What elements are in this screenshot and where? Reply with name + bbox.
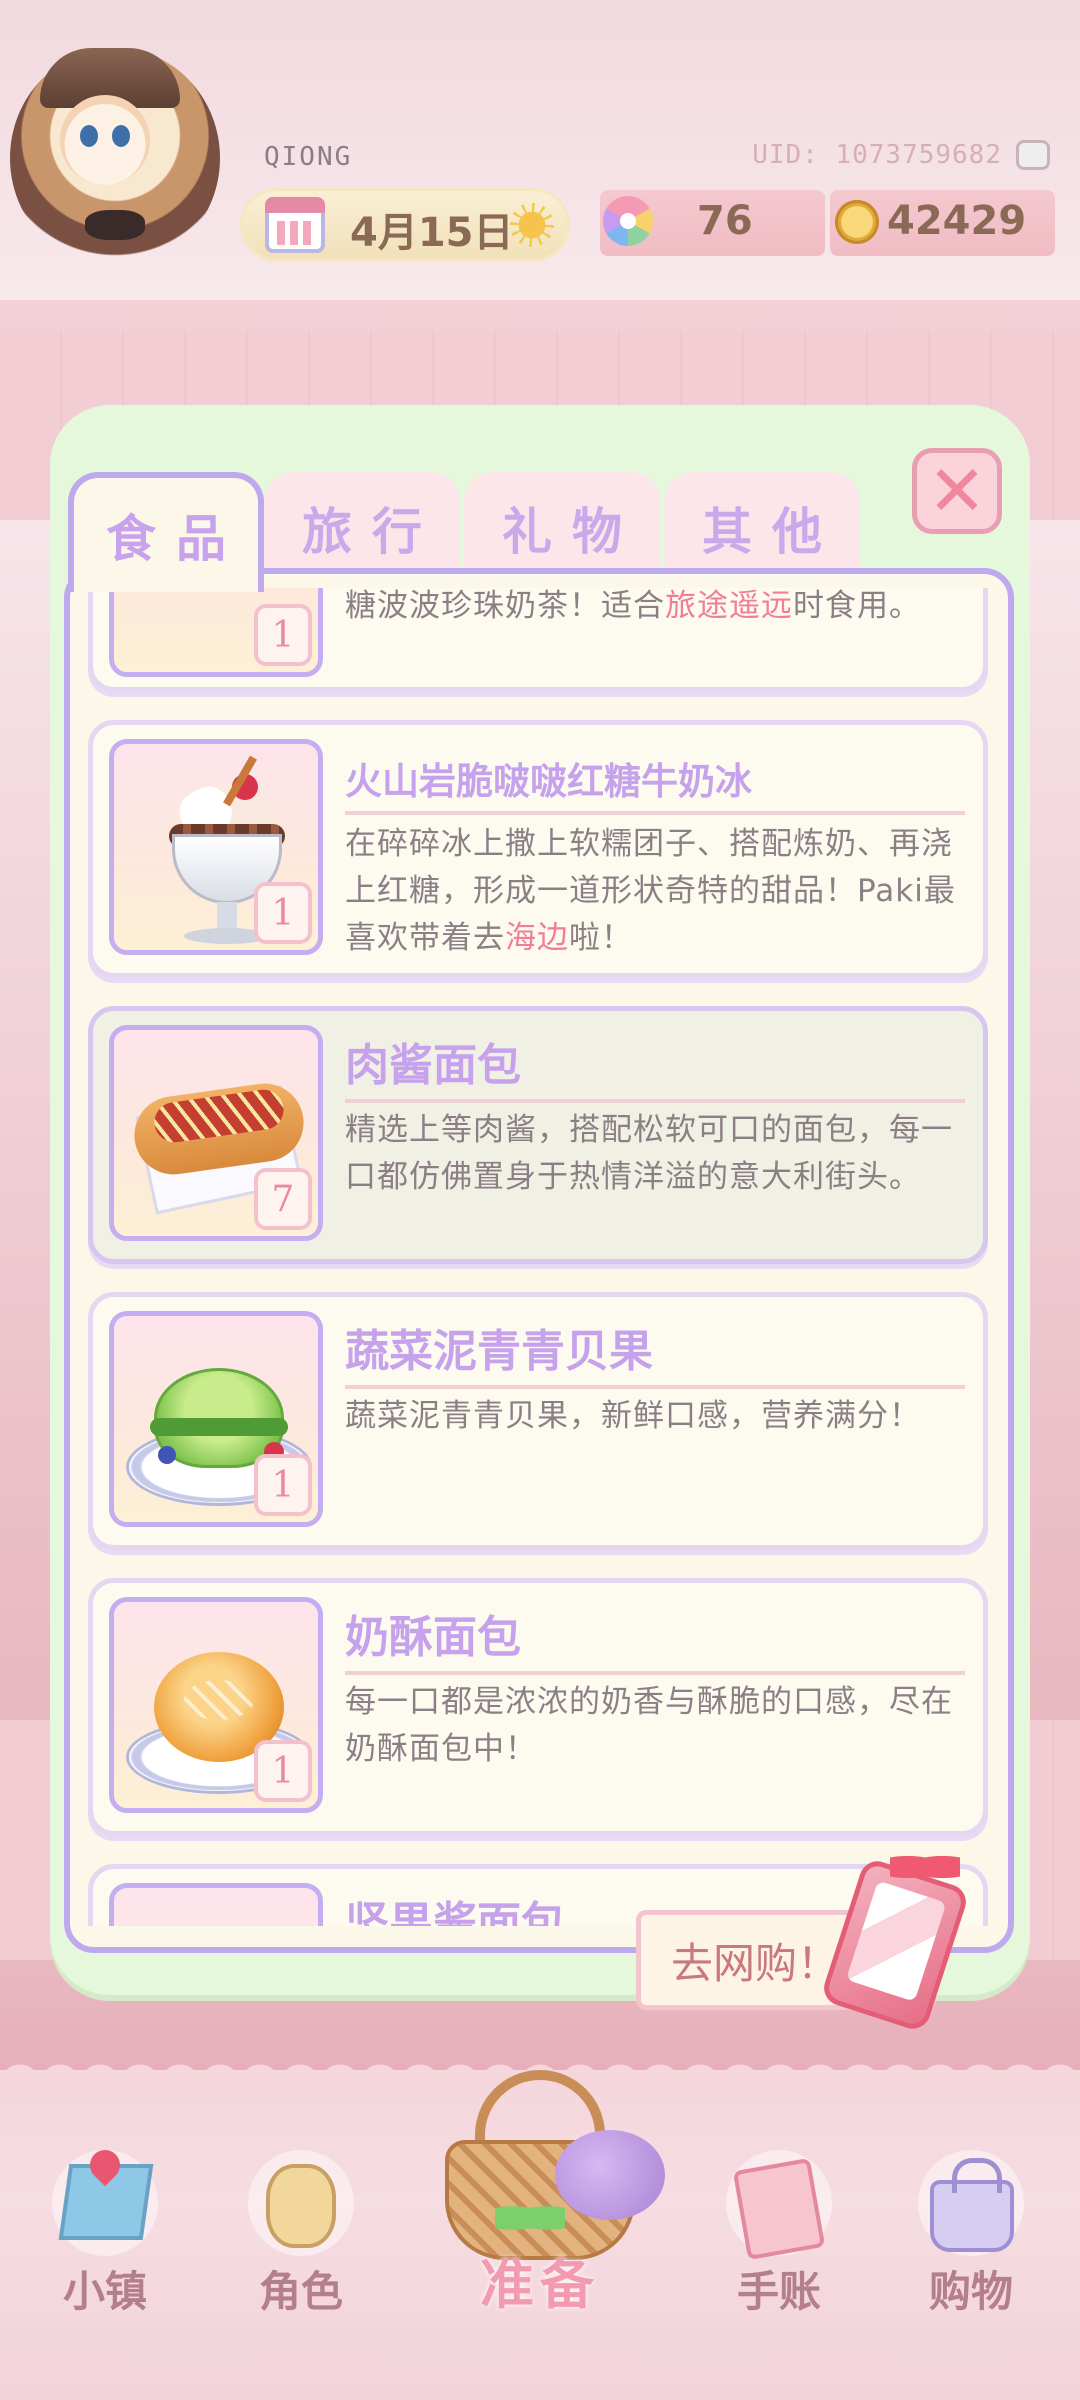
phone-bow-icon: [890, 1850, 960, 1884]
character-icon: [266, 2164, 336, 2248]
flower-currency-icon: [603, 196, 653, 246]
coin-count: 42429: [887, 198, 1027, 244]
current-date: 4月15日: [350, 210, 514, 256]
hat-icon: [555, 2130, 665, 2220]
nav-character[interactable]: 角色: [226, 2140, 376, 2320]
close-icon: ✕: [927, 450, 987, 532]
username: QIONG: [264, 142, 353, 172]
close-button[interactable]: ✕: [912, 448, 1002, 534]
copy-icon[interactable]: [1016, 140, 1050, 170]
uid-label: UID: 1073759682: [752, 140, 1002, 170]
journal-icon: [732, 2157, 826, 2261]
item-quantity: 1: [254, 604, 312, 666]
calendar-icon: [265, 197, 325, 253]
avatar-eye-right: [112, 125, 130, 147]
avatar-face: [60, 95, 150, 185]
item-title: 火山岩脆啵啵红糖牛奶冰: [345, 751, 965, 815]
list-item-veggie-bagel[interactable]: 1 蔬菜泥青青贝果 蔬菜泥青青贝果，新鲜口感，营养满分！: [88, 1292, 988, 1550]
item-description: 蔬菜泥青青贝果，新鲜口感，营养满分！: [345, 1398, 921, 1434]
avatar-eye-left: [80, 125, 98, 147]
nav-journal[interactable]: 手账: [704, 2140, 854, 2320]
sun-icon: [510, 203, 554, 247]
item-quantity: 1: [254, 882, 312, 944]
nav-journal-label: 手账: [736, 2267, 821, 2316]
bagel-filling: [150, 1418, 288, 1436]
list-item-meat-sauce-bread[interactable]: 7 肉酱面包 精选上等肉酱，搭配松软可口的面包，每一口都仿佛置身于热情洋溢的意大…: [88, 1006, 988, 1264]
item-thumbnail: 1: [109, 1597, 323, 1813]
tab-food[interactable]: 食品: [68, 472, 264, 592]
nav-town[interactable]: 小镇: [30, 2140, 180, 2320]
item-title: 肉酱面包: [345, 1029, 965, 1103]
item-thumbnail: 1: [109, 739, 323, 955]
item-quantity: 1: [254, 1740, 312, 1802]
list-item-bubble-tea[interactable]: 1 糖波波珍珠奶茶！适合旅途遥远时食用。: [88, 588, 988, 692]
nav-shopping[interactable]: 购物: [896, 2140, 1046, 2320]
item-description: 每一口都是浓浓的奶香与酥脆的口感，尽在奶酥面包中！: [345, 1684, 953, 1767]
go-shopping-label: 去网购！: [671, 1938, 840, 1988]
shopping-bag-icon: [930, 2158, 1014, 2252]
nav-town-label: 小镇: [62, 2267, 147, 2316]
item-quantity: 1: [254, 1454, 312, 1516]
item-list[interactable]: 1 糖波波珍珠奶茶！适合旅途遥远时食用。 1 火山岩脆啵啵红糖牛奶冰 在碎碎冰上…: [84, 588, 996, 1926]
nav-prepare-label[interactable]: 准备: [470, 2240, 610, 2319]
item-description: 在碎碎冰上撒上软糯团子、搭配炼奶、再浇上红糖，形成一道形状奇特的甜品！Paki最…: [345, 826, 956, 956]
item-title: 奶酥面包: [345, 1601, 965, 1675]
list-item-milk-crisp-bread[interactable]: 1 奶酥面包 每一口都是浓浓的奶香与酥脆的口感，尽在奶酥面包中！: [88, 1578, 988, 1836]
nav-character-label: 角色: [258, 2267, 343, 2316]
item-quantity: 7: [254, 1168, 312, 1230]
coin-icon: [835, 200, 879, 244]
item-description: 精选上等肉酱，搭配松软可口的面包，每一口都仿佛置身于热情洋溢的意大利街头。: [345, 1112, 953, 1195]
blueberry: [158, 1446, 176, 1464]
flower-count: 76: [697, 198, 753, 244]
list-item-volcano-ice[interactable]: 1 火山岩脆啵啵红糖牛奶冰 在碎碎冰上撒上软糯团子、搭配炼奶、再浇上红糖，形成一…: [88, 720, 988, 978]
item-thumbnail: 1: [109, 588, 323, 677]
item-title: 蔬菜泥青青贝果: [345, 1315, 965, 1389]
bow-icon: [495, 2200, 565, 2236]
item-thumbnail: 1: [109, 1311, 323, 1527]
avatar-bow: [85, 210, 145, 240]
item-thumbnail: 7: [109, 1025, 323, 1241]
nav-shopping-label: 购物: [928, 2267, 1013, 2316]
item-thumbnail: [109, 1883, 323, 1926]
item-description: 糖波波珍珠奶茶！适合旅途遥远时食用。: [345, 588, 921, 624]
